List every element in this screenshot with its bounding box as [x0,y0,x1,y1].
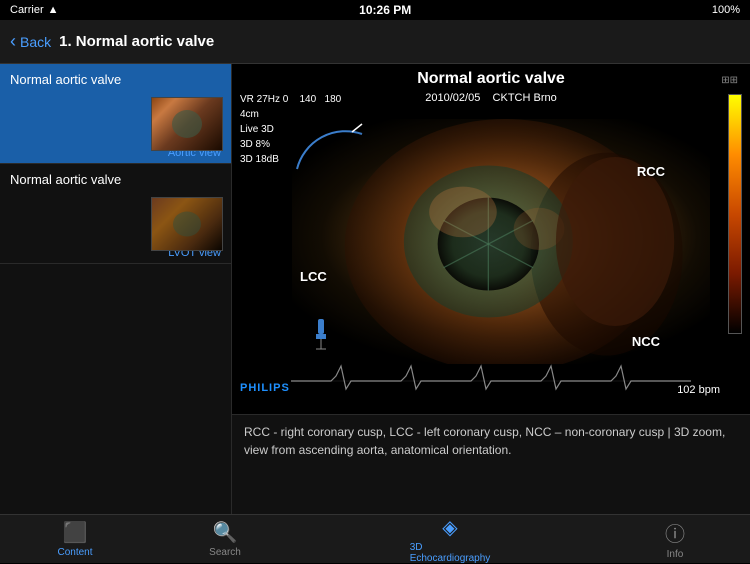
tab-search-label: Search [209,547,241,558]
back-button[interactable]: ‹ Back [10,31,51,52]
echo-institution: CKTCH Brno [493,92,557,104]
nav-title: 1. Normal aortic valve [59,33,214,50]
content-institution-icon: ⊞⊞ [721,75,738,86]
echo-indicator [311,319,331,359]
range2-text: 180 [325,94,342,105]
status-bar: Carrier ▲ 10:26 PM 100% [0,0,750,20]
caption-text: RCC - right coronary cusp, LCC - left co… [244,423,738,459]
ncc-label: NCC [632,334,660,349]
info-icon: ⓘ [665,518,685,547]
sidebar-item-aortic-active[interactable]: Normal aortic valve Aortic view [0,64,231,164]
status-battery: 100% [712,4,740,16]
sidebar-spacer [0,264,231,514]
sidebar: Normal aortic valve Aortic view Normal a… [0,64,232,514]
lcc-label: LCC [300,269,327,284]
status-left: Carrier ▲ [10,4,59,16]
sidebar-item-title-2: Normal aortic valve [0,164,231,191]
philips-logo-area: PHILIPS [240,378,290,396]
range1-text: 140 [299,94,316,105]
philips-logo-text: PHILIPS [240,382,290,394]
search-icon: 🔍 [213,520,238,545]
echo-date: 2010/02/05 CKTCH Brno [425,92,556,104]
bpm-display: 102 bpm [677,384,720,396]
caption-area: RCC - right coronary cusp, LCC - left co… [232,414,750,514]
tab-search[interactable]: 🔍 Search [150,515,300,563]
echo-date-text: 2010/02/05 [425,92,480,104]
carrier-label: Carrier [10,4,44,16]
sidebar-thumbnail-1 [151,97,223,151]
vr-hz: VR 27Hz 0 140 180 [240,92,341,107]
nav-bar: ‹ Back 1. Normal aortic valve [0,20,750,64]
wifi-icon: ▲ [48,4,59,16]
echo-image: 2010/02/05 CKTCH Brno VR 27Hz 0 140 180 … [232,64,750,414]
back-chevron-icon: ‹ [10,31,16,52]
tab-3d-echo[interactable]: ◈ 3DEchocardiography [300,515,600,563]
thumbnail-image-2 [152,198,222,250]
tab-info[interactable]: ⓘ Info [600,515,750,563]
ecg-area [262,361,720,396]
tab-info-label: Info [667,549,684,560]
sidebar-item-title-1: Normal aortic valve [0,64,231,91]
thumbnail-image-1 [152,98,222,150]
sidebar-thumbnail-2 [151,197,223,251]
tab-content[interactable]: ⬛ Content [0,515,150,563]
tab-bar: ⬛ Content 🔍 Search ◈ 3DEchocardiography … [0,514,750,563]
heart-svg [292,119,710,364]
main-layout: Normal aortic valve Aortic view Normal a… [0,64,750,514]
content-area: Normal aortic valve ⊞⊞ 2010/02/05 CKTCH … [232,64,750,514]
content-header: Normal aortic valve ⊞⊞ [232,64,750,92]
ecg-svg [262,361,720,396]
content-title: Normal aortic valve [324,70,658,88]
indicator-svg [311,319,331,354]
echo-icon: ◈ [442,515,457,540]
echo-background: 2010/02/05 CKTCH Brno VR 27Hz 0 140 180 … [232,64,750,414]
tab-content-label: Content [57,547,92,558]
back-label: Back [20,34,51,50]
vr-hz-text: VR 27Hz 0 [240,94,288,105]
tab-echo-label: 3DEchocardiography [410,542,491,564]
rcc-label: RCC [637,164,665,179]
status-time: 10:26 PM [359,3,411,17]
heart-3d-render [292,119,710,364]
color-scale-bar [728,94,742,334]
folder-icon: ⬛ [63,520,88,545]
sidebar-item-lvot[interactable]: Normal aortic valve LVOT view [0,164,231,264]
